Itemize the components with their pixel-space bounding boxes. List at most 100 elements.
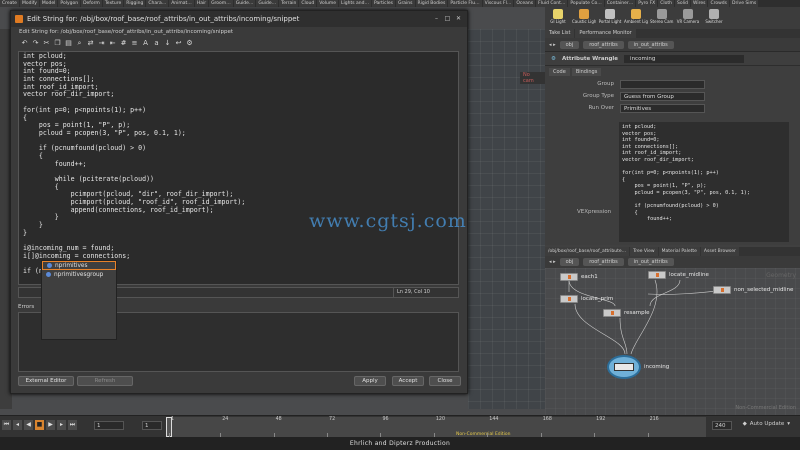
back-arrow-icon[interactable]: ◂ ▸ <box>549 42 556 48</box>
shelf-tab[interactable]: Oceans <box>514 0 536 7</box>
node-each1[interactable]: each1 <box>560 272 598 281</box>
tab-asset-browser[interactable]: Asset Browser <box>700 247 739 256</box>
shelf-tab[interactable]: Pyro FX <box>636 0 658 7</box>
maximize-icon[interactable]: □ <box>443 14 452 23</box>
shelf-tab[interactable]: Polygon <box>58 0 81 7</box>
net-path-obj[interactable]: obj <box>559 258 580 266</box>
shelf-tab[interactable]: Animat… <box>169 0 194 7</box>
shelf-tab[interactable]: Rigid Bodies <box>415 0 448 7</box>
path-in-out-attribs[interactable]: in_out_attribs <box>627 40 674 49</box>
shelf-tab[interactable]: Rigging <box>124 0 146 7</box>
path-roof-attribs[interactable]: roof_attribs <box>583 40 624 49</box>
shelf-tab[interactable]: Wires <box>690 0 708 7</box>
font-size-icon[interactable]: A <box>142 39 149 47</box>
node-resample[interactable]: resample <box>603 308 650 317</box>
node-incoming[interactable]: incoming <box>607 352 669 382</box>
timeline-ruler[interactable]: Non-Commercial Edition 1 24 48 72 96 120 144 16… <box>166 417 706 437</box>
redo-icon[interactable]: ↷ <box>32 39 39 47</box>
shelf-tab[interactable]: Cloud <box>299 0 317 7</box>
shelf-tab[interactable]: Groom… <box>209 0 233 7</box>
shelf-tool[interactable]: GI Light <box>546 8 570 28</box>
tab-material-palette[interactable]: Material Palette <box>658 247 700 256</box>
run-over-select[interactable]: Primitives <box>620 103 705 113</box>
copy-icon[interactable]: ❐ <box>54 39 61 47</box>
shelf-tab[interactable]: Cloth <box>658 0 675 7</box>
wrap-icon[interactable]: ↩ <box>175 39 182 47</box>
comment-icon[interactable]: # <box>120 39 127 47</box>
shelf-tab[interactable]: Guide… <box>256 0 279 7</box>
find-icon[interactable]: ⌕ <box>76 39 83 47</box>
dialog-titlebar[interactable]: Edit String for: /obj/box/roof_base/roof… <box>11 11 467 27</box>
shelf-tool[interactable]: Portal Light <box>598 8 622 28</box>
play-reverse-icon[interactable]: ◀ <box>24 420 33 430</box>
shelf-tab[interactable]: Deform <box>81 0 102 7</box>
paste-icon[interactable]: ▤ <box>65 39 72 47</box>
node-locate-midline[interactable]: locate_midline <box>648 270 709 279</box>
shelf-tab[interactable]: Crowds <box>708 0 729 7</box>
shelf-tab[interactable]: Guide… <box>233 0 256 7</box>
font-smaller-icon[interactable]: a <box>153 39 160 47</box>
current-frame-field[interactable]: 1 <box>94 421 124 430</box>
shelf-tab[interactable]: Particle Flu… <box>448 0 482 7</box>
shelf-tool[interactable]: Caustic Light <box>572 8 596 28</box>
shelf-tool[interactable]: VR Camera <box>676 8 700 28</box>
path-obj[interactable]: obj <box>559 40 580 49</box>
shelf-tab[interactable]: Populate Co… <box>568 0 604 7</box>
tab-performance-monitor[interactable]: Performance Monitor <box>575 29 636 38</box>
uncomment-icon[interactable]: ≡ <box>131 39 138 47</box>
step-forward-icon[interactable]: ▸ <box>57 420 66 430</box>
net-path-roof-attribs[interactable]: roof_attribs <box>583 258 624 266</box>
outdent-icon[interactable]: ⇤ <box>109 39 116 47</box>
shelf-tab[interactable]: Terrain <box>279 0 299 7</box>
shelf-tool[interactable]: Ambient Lig… <box>624 8 648 28</box>
jump-end-icon[interactable]: ⏭ <box>68 420 77 430</box>
shelf-tab[interactable]: Model <box>39 0 58 7</box>
tab-tree-view[interactable]: Tree View <box>630 247 658 256</box>
node-non-selected-midline[interactable]: non_selected_midline <box>713 285 793 294</box>
node-name-field[interactable]: incoming <box>624 54 745 63</box>
net-path-in-out-attribs[interactable]: in_out_attribs <box>627 258 674 266</box>
viewport[interactable] <box>468 29 545 409</box>
external-editor-button[interactable]: External Editor <box>18 376 74 386</box>
shelf-tab[interactable]: Hair <box>194 0 209 7</box>
tab-code[interactable]: Code <box>549 68 570 76</box>
shelf-tab[interactable]: Chara… <box>146 0 169 7</box>
autocomplete-item[interactable]: nprimitives <box>42 261 116 270</box>
tab-network-path[interactable]: /obj/box/roof_base/roof_attribute… <box>545 247 630 256</box>
end-frame-field[interactable]: 240 <box>712 421 732 430</box>
stop-icon[interactable]: ■ <box>35 420 44 430</box>
shelf-tab[interactable]: Lights and… <box>338 0 371 7</box>
accept-button[interactable]: Accept <box>392 376 424 386</box>
shelf-tool[interactable]: Stereo Cam… <box>650 8 674 28</box>
shelf-tab[interactable]: Create <box>0 0 19 7</box>
shelf-tab[interactable]: Solid <box>675 0 690 7</box>
shelf-tool[interactable]: Switcher <box>702 8 726 28</box>
tab-bindings[interactable]: Bindings <box>571 68 602 76</box>
node-locate-prim[interactable]: locate_prim <box>560 294 613 303</box>
close-icon[interactable]: ✕ <box>454 14 463 23</box>
shelf-tab[interactable]: Container… <box>604 0 636 7</box>
shelf-tab[interactable]: Fluid Cont… <box>536 0 568 7</box>
shelf-tab[interactable]: Modify <box>19 0 39 7</box>
tab-take-list[interactable]: Take List <box>545 29 575 38</box>
minimize-icon[interactable]: – <box>432 14 441 23</box>
network-editor[interactable]: Geometry each1 locate_midline non_select… <box>545 268 800 415</box>
auto-update-control[interactable]: ◆ Auto Update ▾ <box>743 421 790 427</box>
start-frame-field[interactable]: 1 <box>142 421 162 430</box>
cut-icon[interactable]: ✂ <box>43 39 50 47</box>
code-editor[interactable]: int pcloud; vector pos; int found=0; int co… <box>18 51 459 285</box>
shelf-tab[interactable]: Drive Sims <box>729 0 759 7</box>
back-arrow-icon[interactable]: ◂ ▸ <box>549 259 556 265</box>
close-button[interactable]: Close <box>429 376 461 386</box>
goto-line-icon[interactable]: ↓ <box>164 39 171 47</box>
play-icon[interactable]: ▶ <box>46 420 55 430</box>
shelf-tab[interactable]: Grains <box>395 0 415 7</box>
apply-button[interactable]: Apply <box>354 376 386 386</box>
shelf-tab[interactable]: Volume <box>317 0 338 7</box>
refresh-button[interactable]: Refresh <box>77 376 133 386</box>
settings-icon[interactable]: ⚙ <box>186 39 193 47</box>
shelf-tab[interactable]: Viscous Fl… <box>482 0 514 7</box>
jump-start-icon[interactable]: ⏮ <box>2 420 11 430</box>
undo-icon[interactable]: ↶ <box>21 39 28 47</box>
group-field[interactable] <box>620 79 705 89</box>
